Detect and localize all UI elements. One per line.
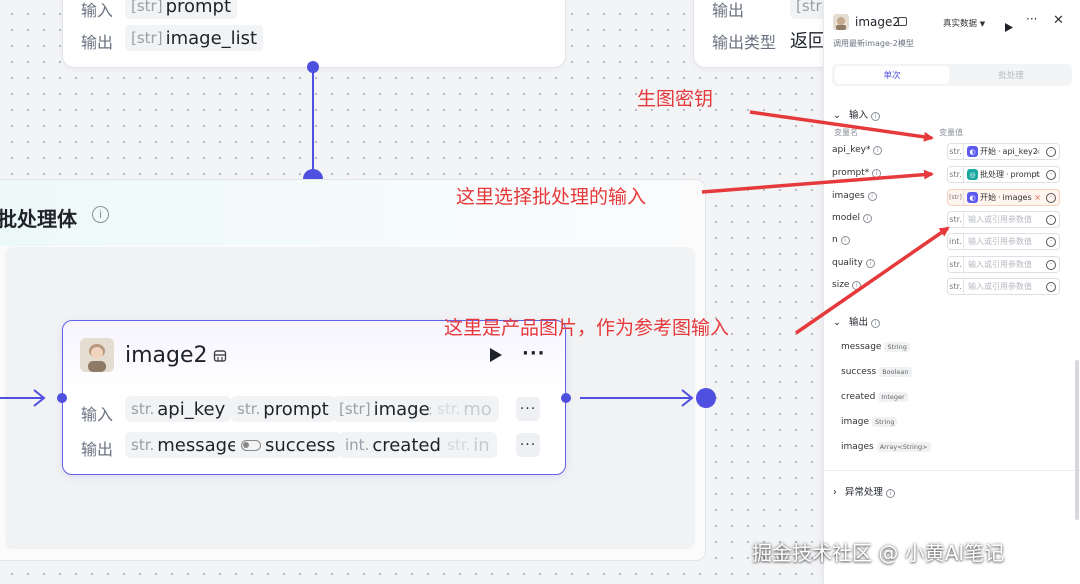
annotation-key: 生图密钥 [637,88,714,110]
watermark: 掘金技术社区 @ 小黄AI笔记 [752,541,1005,565]
annotation-product-image: 这里是产品图片，作为参考图输入 [444,317,730,339]
arrow-to-images [795,226,950,335]
arrow-to-api-key [749,110,934,142]
annotation-batch-input: 这里选择批处理的输入 [456,186,647,208]
arrow-to-prompt [701,169,934,194]
annotation-arrows [701,110,950,335]
